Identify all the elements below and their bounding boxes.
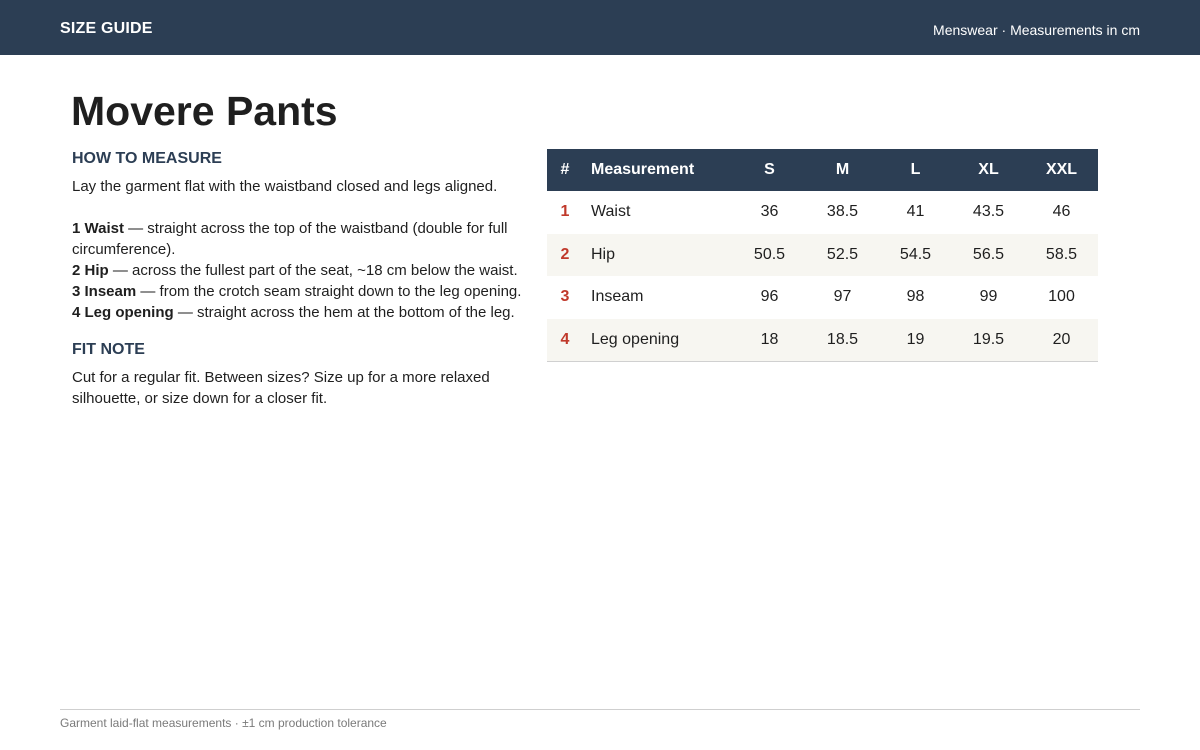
measure-step-waist: 1 Waist — straight across the top of the… bbox=[72, 218, 532, 260]
step-label: 1 Waist bbox=[72, 220, 124, 237]
column-header-xl: XL bbox=[978, 161, 999, 178]
table-row: 2 Hip 50.5 52.5 54.5 56.5 58.5 bbox=[547, 233, 1098, 276]
column-header-measurement: Measurement bbox=[591, 161, 695, 178]
footer-divider bbox=[60, 709, 1140, 710]
measure-steps: 1 Waist — straight across the top of the… bbox=[72, 218, 532, 323]
cell-s: 50.5 bbox=[753, 245, 786, 263]
cell-s: 18 bbox=[760, 330, 779, 348]
top-bar: SIZE GUIDE Menswear · Measurements in cm bbox=[0, 0, 1200, 55]
step-text: — across the fullest part of the seat, ~… bbox=[108, 262, 518, 279]
column-header-m: M bbox=[835, 161, 850, 178]
cell-xxl: 58.5 bbox=[1045, 245, 1078, 263]
measure-step-hip: 2 Hip — across the fullest part of the s… bbox=[72, 260, 532, 281]
footer-note: Garment laid-flat measurements · ±1 cm p… bbox=[60, 716, 387, 730]
cell-m: 97 bbox=[833, 288, 852, 306]
cell-l: 54.5 bbox=[899, 245, 932, 263]
row-measurement: Waist bbox=[591, 203, 631, 221]
cell-xl: 19.5 bbox=[972, 330, 1005, 348]
column-header-s: S bbox=[764, 161, 775, 178]
table-row: 4 Leg opening 18 18.5 19 19.5 20 bbox=[547, 318, 1098, 361]
cell-l: 98 bbox=[906, 288, 925, 306]
column-header-number: # bbox=[560, 161, 570, 178]
column-header-xxl: XXL bbox=[1045, 161, 1078, 178]
row-number: 4 bbox=[560, 330, 570, 348]
step-text: — straight across the hem at the bottom … bbox=[173, 304, 515, 321]
size-table: # Measurement S M L XL XXL 1 Waist 36 38… bbox=[547, 149, 1098, 362]
cell-xl: 99 bbox=[979, 288, 998, 306]
measure-step-inseam: 3 Inseam — from the crotch seam straight… bbox=[72, 281, 532, 302]
row-number: 3 bbox=[560, 288, 570, 306]
row-number: 2 bbox=[560, 245, 570, 263]
cell-l: 41 bbox=[906, 203, 925, 221]
measure-step-leg-opening: 4 Leg opening — straight across the hem … bbox=[72, 302, 532, 323]
cell-m: 52.5 bbox=[826, 245, 859, 263]
cell-m: 38.5 bbox=[826, 203, 859, 221]
brand-label: SIZE GUIDE bbox=[60, 20, 153, 37]
cell-xl: 43.5 bbox=[972, 203, 1005, 221]
row-measurement: Inseam bbox=[591, 288, 644, 306]
cell-s: 36 bbox=[760, 203, 779, 221]
cell-xxl: 46 bbox=[1052, 203, 1071, 221]
cell-xxl: 20 bbox=[1052, 330, 1071, 348]
table-row: 3 Inseam 96 97 98 99 100 bbox=[547, 276, 1098, 319]
column-header-l: L bbox=[910, 161, 921, 178]
fit-note-heading: FIT NOTE bbox=[72, 341, 145, 358]
page-title: Movere Pants bbox=[71, 88, 338, 134]
row-measurement: Hip bbox=[591, 245, 616, 263]
cell-xl: 56.5 bbox=[972, 245, 1005, 263]
cell-xxl: 100 bbox=[1048, 288, 1075, 306]
cell-m: 18.5 bbox=[826, 330, 859, 348]
how-to-measure-intro: Lay the garment flat with the waistband … bbox=[72, 178, 498, 195]
step-label: 3 Inseam bbox=[72, 283, 137, 300]
instructions-panel: HOW TO MEASURE Lay the garment flat with… bbox=[72, 150, 532, 409]
step-text: — from the crotch seam straight down to … bbox=[136, 283, 522, 300]
cell-s: 96 bbox=[760, 288, 779, 306]
row-measurement: Leg opening bbox=[591, 330, 680, 348]
table-row: 1 Waist 36 38.5 41 43.5 46 bbox=[547, 191, 1098, 234]
step-label: 2 Hip bbox=[72, 262, 109, 279]
size-table-container: # Measurement S M L XL XXL 1 Waist 36 38… bbox=[547, 149, 1098, 362]
row-number: 1 bbox=[560, 203, 570, 221]
fit-note-text: Cut for a regular fit. Between sizes? Si… bbox=[72, 369, 490, 407]
cell-l: 19 bbox=[906, 330, 925, 348]
step-label: 4 Leg opening bbox=[72, 304, 174, 321]
step-text: — straight across the top of the waistba… bbox=[72, 220, 508, 258]
how-to-measure-heading: HOW TO MEASURE bbox=[72, 150, 222, 167]
table-header-row: # Measurement S M L XL XXL bbox=[547, 149, 1098, 191]
header-meta: Menswear · Measurements in cm bbox=[933, 22, 1140, 38]
